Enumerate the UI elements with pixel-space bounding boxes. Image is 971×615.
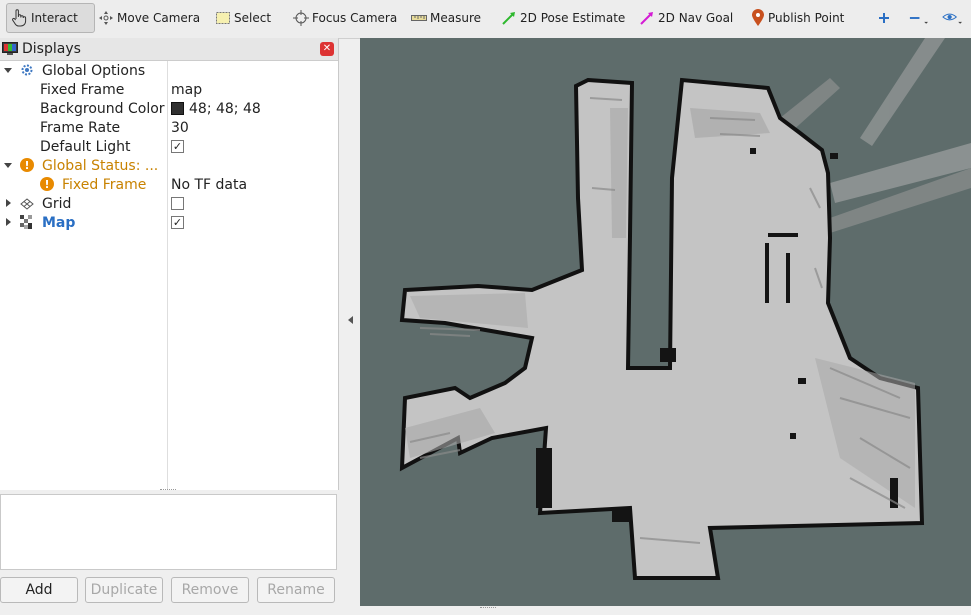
- warning-icon: !: [20, 158, 34, 172]
- move-camera-tool-button[interactable]: Move Camera: [98, 3, 200, 33]
- collapse-arrow-icon[interactable]: [6, 199, 11, 207]
- move-arrows-icon: [99, 11, 113, 25]
- global-status-label: Global Status: ...: [42, 157, 159, 174]
- default-light-checkbox[interactable]: ✓: [171, 140, 184, 153]
- close-icon: ✕: [322, 43, 332, 54]
- magenta-arrow-icon: [640, 12, 653, 25]
- pose-estimate-label: 2D Pose Estimate: [520, 11, 626, 25]
- background-color-label: Background Color: [40, 100, 165, 117]
- property-row-default-light[interactable]: Default Light ✓: [0, 137, 338, 156]
- nav-goal-tool-button[interactable]: 2D Nav Goal: [639, 3, 733, 33]
- frame-rate-label: Frame Rate: [40, 119, 121, 136]
- status-fixed-frame-label: Fixed Frame: [62, 176, 147, 193]
- publish-point-tool-button[interactable]: Publish Point: [751, 3, 844, 33]
- property-row-background-color[interactable]: Background Color 48; 48; 48: [0, 99, 338, 118]
- expand-arrow-icon[interactable]: [4, 163, 12, 168]
- status-fixed-frame-value: No TF data: [171, 176, 248, 193]
- plus-icon: [878, 13, 889, 23]
- remove-button[interactable]: Remove: [171, 577, 249, 603]
- minus-dropdown-icon: [909, 17, 929, 24]
- eye-icon: [942, 13, 963, 24]
- collapse-arrow-icon[interactable]: [6, 218, 11, 226]
- add-tool-button[interactable]: [877, 3, 893, 33]
- move-camera-label: Move Camera: [117, 11, 201, 25]
- collapse-left-panel-icon[interactable]: [348, 316, 353, 324]
- frame-rate-value[interactable]: 30: [171, 120, 189, 136]
- crosshair-icon: [293, 10, 309, 26]
- displays-panel: Displays ✕ Global Options Fixed Frame ma…: [0, 38, 339, 490]
- map-visibility-checkbox[interactable]: ✓: [171, 216, 184, 229]
- tree-item-grid[interactable]: Grid: [0, 194, 338, 213]
- background-color-value: 48; 48; 48: [189, 100, 261, 117]
- ruler-icon: [411, 15, 427, 21]
- interact-label: Interact: [31, 11, 78, 25]
- grid-visibility-checkbox[interactable]: [171, 197, 184, 210]
- select-tool-button[interactable]: Select: [215, 3, 271, 33]
- warning-icon: !: [40, 177, 54, 191]
- pose-estimate-tool-button[interactable]: 2D Pose Estimate: [501, 3, 625, 33]
- close-panel-button[interactable]: ✕: [320, 42, 334, 56]
- publish-point-label: Publish Point: [768, 11, 845, 25]
- remove-tool-button[interactable]: [908, 3, 932, 33]
- 3d-render-viewport[interactable]: [360, 38, 971, 606]
- map-pin-icon: [752, 9, 764, 26]
- panel-splitter-handle[interactable]: [160, 489, 176, 493]
- nav-goal-label: 2D Nav Goal: [658, 11, 734, 25]
- focus-camera-label: Focus Camera: [312, 11, 398, 25]
- rename-button[interactable]: Rename: [257, 577, 335, 603]
- property-row-frame-rate[interactable]: Frame Rate 30: [0, 118, 338, 137]
- view-options-button[interactable]: [942, 3, 966, 33]
- tree-item-global-options[interactable]: Global Options: [0, 61, 338, 80]
- map-icon: [20, 215, 32, 229]
- selection-box-icon: [216, 12, 230, 24]
- grid-label: Grid: [42, 195, 72, 212]
- global-options-label: Global Options: [42, 62, 146, 79]
- description-panel: [0, 494, 337, 570]
- main-toolbar: Interact Move Camera Select Focus Camera…: [0, 0, 971, 39]
- background-color-value-field[interactable]: 48; 48; 48: [171, 101, 261, 117]
- gear-icon: [21, 64, 33, 76]
- focus-camera-tool-button[interactable]: Focus Camera: [293, 3, 397, 33]
- tree-item-map[interactable]: Map ✓: [0, 213, 338, 232]
- map-label: Map: [42, 214, 76, 231]
- property-row-fixed-frame[interactable]: Fixed Frame map: [0, 80, 338, 99]
- bottom-splitter-handle[interactable]: [480, 607, 496, 611]
- default-light-label: Default Light: [40, 138, 131, 155]
- duplicate-button[interactable]: Duplicate: [85, 577, 163, 603]
- panel-title: Displays: [22, 41, 81, 57]
- add-button[interactable]: Add: [0, 577, 78, 603]
- hand-pointer-icon: [12, 9, 27, 27]
- select-label: Select: [234, 11, 272, 25]
- status-row-fixed-frame[interactable]: ! Fixed Frame No TF data: [0, 175, 338, 194]
- measure-label: Measure: [430, 11, 481, 25]
- fixed-frame-value[interactable]: map: [171, 82, 202, 98]
- grid-icon: [20, 198, 34, 210]
- monitor-icon: [2, 42, 18, 55]
- measure-tool-button[interactable]: Measure: [411, 3, 481, 33]
- displays-panel-header: Displays ✕: [0, 38, 338, 61]
- interact-tool-button[interactable]: Interact: [6, 3, 95, 33]
- fixed-frame-label: Fixed Frame: [40, 81, 125, 98]
- green-arrow-icon: [502, 12, 515, 25]
- expand-arrow-icon[interactable]: [4, 68, 12, 73]
- occupancy-grid-map: [399, 38, 971, 580]
- tree-item-global-status[interactable]: ! Global Status: ...: [0, 156, 338, 175]
- color-swatch[interactable]: [171, 102, 184, 115]
